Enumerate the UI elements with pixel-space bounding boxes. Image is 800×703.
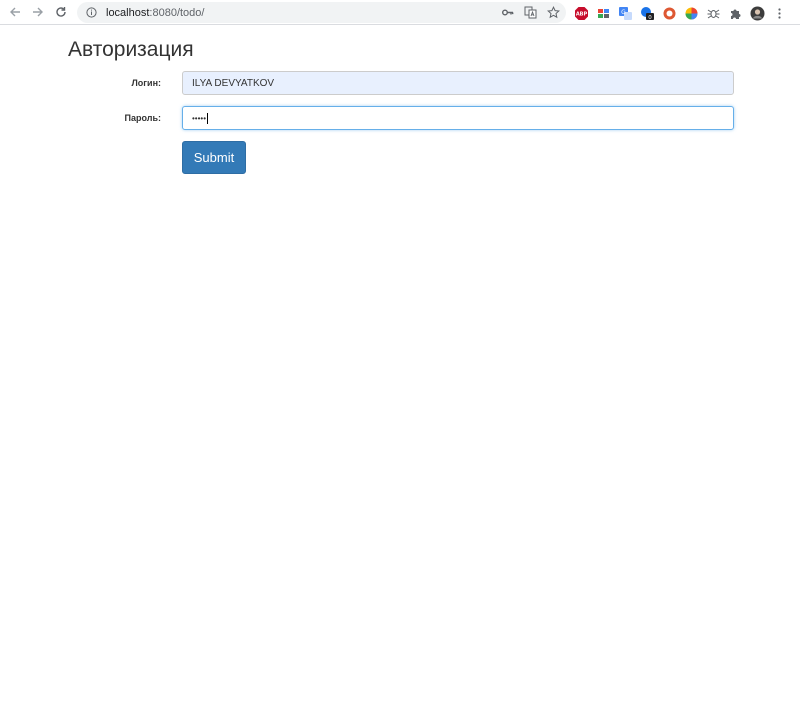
url-text[interactable]: localhost:8080/todo/	[106, 7, 204, 19]
puzzle-extension-icon[interactable]	[728, 6, 743, 21]
url-host: localhost	[106, 6, 150, 19]
back-arrow-icon[interactable]	[4, 1, 26, 23]
more-menu-icon[interactable]	[772, 6, 787, 21]
bug-extension-icon[interactable]	[706, 6, 721, 21]
browser-toolbar: localhost:8080/todo/ ABP G 0	[0, 0, 800, 25]
extensions-bar: ABP G 0	[574, 4, 787, 22]
url-path: :8080/todo/	[149, 6, 205, 19]
bookmark-star-icon[interactable]	[546, 6, 560, 20]
login-label: Логин:	[131, 78, 161, 88]
info-icon[interactable]	[85, 7, 97, 19]
grid-extension-icon[interactable]	[596, 6, 611, 21]
forward-arrow-icon[interactable]	[27, 1, 49, 23]
reload-icon[interactable]	[50, 1, 72, 23]
abp-extension-icon[interactable]: ABP	[574, 6, 589, 21]
duckduckgo-extension-icon[interactable]	[662, 6, 677, 21]
nav-buttons	[0, 1, 72, 23]
text-caret	[207, 112, 209, 124]
page-title: Авторизация	[68, 38, 194, 61]
address-bar[interactable]: localhost:8080/todo/	[77, 2, 566, 23]
badge-extension-icon[interactable]: 0	[640, 6, 655, 21]
password-label: Пароль:	[124, 113, 162, 123]
profile-avatar-icon[interactable]	[750, 6, 765, 21]
submit-button[interactable]: Submit	[182, 141, 246, 174]
key-icon[interactable]	[500, 6, 514, 20]
translate-extension-icon[interactable]: G	[618, 6, 633, 21]
login-input[interactable]: ILYA DEVYATKOV	[182, 71, 734, 95]
colorful-extension-icon[interactable]	[684, 6, 699, 21]
translate-icon[interactable]	[523, 6, 537, 20]
password-mask: •••••	[192, 113, 207, 123]
omnibox-actions	[500, 2, 560, 23]
svg-text:0: 0	[648, 14, 652, 20]
svg-text:G: G	[621, 9, 626, 16]
password-input[interactable]: •••••	[182, 106, 734, 130]
svg-text:ABP: ABP	[576, 11, 588, 17]
login-value: ILYA DEVYATKOV	[192, 77, 275, 89]
